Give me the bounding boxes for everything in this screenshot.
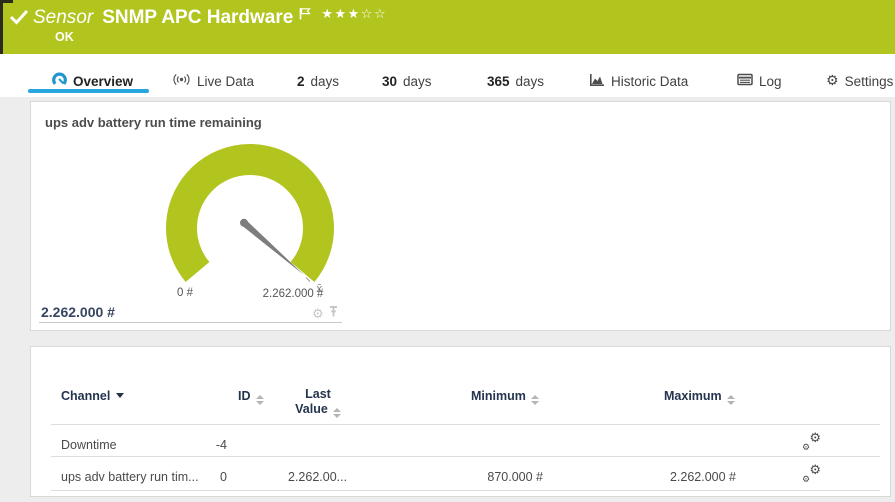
tab-settings[interactable]: ⚙ Settings xyxy=(826,70,893,92)
divider xyxy=(51,490,880,491)
column-header-maximum[interactable]: Maximum xyxy=(664,389,735,405)
channel-settings-gears-icon[interactable]: ⚙⚙ xyxy=(802,466,821,483)
status-badge: OK xyxy=(55,30,74,44)
window-edge xyxy=(0,0,13,3)
column-header-minimum[interactable]: Minimum xyxy=(471,389,539,405)
page-title: SNMP APC Hardware xyxy=(102,6,293,30)
gauge-mean-tick xyxy=(306,278,310,282)
live-broadcast-icon xyxy=(172,73,191,89)
tab-30-days[interactable]: 30 days xyxy=(382,70,432,92)
tab-label: Historic Data xyxy=(611,74,688,89)
column-header-channel[interactable]: Channel xyxy=(61,389,124,403)
column-label: Minimum xyxy=(471,389,526,403)
channel-settings-gears-icon[interactable]: ⚙⚙ xyxy=(802,434,821,451)
column-header-last-value[interactable]: Last Value xyxy=(283,387,353,418)
tab-number: 365 xyxy=(487,74,510,89)
gauge-arc xyxy=(182,160,319,273)
sort-icon xyxy=(727,395,735,405)
divider xyxy=(51,456,880,457)
column-label: Maximum xyxy=(664,389,722,403)
gauge-min-label: 0 # xyxy=(155,287,215,299)
tab-label: Overview xyxy=(73,74,133,89)
column-label: ID xyxy=(238,389,251,403)
tab-log[interactable]: Log xyxy=(737,70,782,92)
cell-id: -4 xyxy=(147,438,227,452)
window-edge xyxy=(0,0,3,54)
divider xyxy=(39,322,342,323)
gauge-max-label: 2.262.000 # xyxy=(253,288,333,300)
column-label: Last xyxy=(305,387,331,401)
gauge-icon xyxy=(52,72,67,90)
historic-chart-icon xyxy=(589,73,605,90)
flag-icon xyxy=(299,7,311,25)
cell-last-value: 2.262.00... xyxy=(288,470,378,484)
gauge-needle-hub xyxy=(240,219,248,227)
gauge-needle xyxy=(242,220,304,275)
object-kind-label: Sensor xyxy=(33,6,93,30)
log-list-icon xyxy=(737,73,753,89)
divider xyxy=(51,424,880,425)
tab-historic-data[interactable]: Historic Data xyxy=(589,70,688,92)
gauge-panel: ups adv battery run time remaining x̄ 0 … xyxy=(30,101,891,331)
cell-id: 0 xyxy=(147,470,227,484)
current-value: 2.262.000 # xyxy=(41,304,115,320)
column-header-id[interactable]: ID xyxy=(238,389,264,405)
cell-maximum: 2.262.000 # xyxy=(616,470,736,484)
pin-icon[interactable] xyxy=(328,305,339,323)
tab-label: days xyxy=(403,74,432,89)
sort-desc-icon xyxy=(116,393,124,398)
gauge-title: ups adv battery run time remaining xyxy=(45,115,262,130)
sort-icon xyxy=(256,395,264,405)
channel-table-panel: Channel ID Last Value Minimum Maximum Do… xyxy=(30,346,891,497)
sensor-header: Sensor SNMP APC Hardware ★★★☆☆ OK xyxy=(0,0,895,54)
column-label: Value xyxy=(295,402,328,416)
priority-stars[interactable]: ★★★☆☆ xyxy=(321,7,387,22)
tab-label: Settings xyxy=(845,74,894,89)
tab-label: days xyxy=(311,74,340,89)
cell-minimum: 870.000 # xyxy=(443,470,543,484)
column-label: Channel xyxy=(61,389,110,403)
tab-number: 30 xyxy=(382,74,397,89)
sort-icon xyxy=(333,408,341,418)
tab-label: Live Data xyxy=(197,74,254,89)
tab-live-data[interactable]: Live Data xyxy=(172,70,254,92)
tab-2-days[interactable]: 2 days xyxy=(297,70,339,92)
tab-number: 2 xyxy=(297,74,305,89)
tab-bar: Overview Live Data 2 days 30 days 365 da… xyxy=(0,54,895,97)
gear-icon: ⚙ xyxy=(826,74,839,88)
battery-runtime-gauge: x̄ xyxy=(100,143,400,313)
gauge-settings-gear-icon[interactable]: ⚙ xyxy=(312,308,324,321)
sort-icon xyxy=(531,395,539,405)
active-tab-underline xyxy=(28,89,149,93)
prtg-sensor-page: { "header": { "kind": "Sensor", "title":… xyxy=(0,0,895,502)
tab-365-days[interactable]: 365 days xyxy=(487,70,544,92)
tab-label: Log xyxy=(759,74,782,89)
status-check-icon xyxy=(9,9,29,31)
tab-label: days xyxy=(516,74,545,89)
